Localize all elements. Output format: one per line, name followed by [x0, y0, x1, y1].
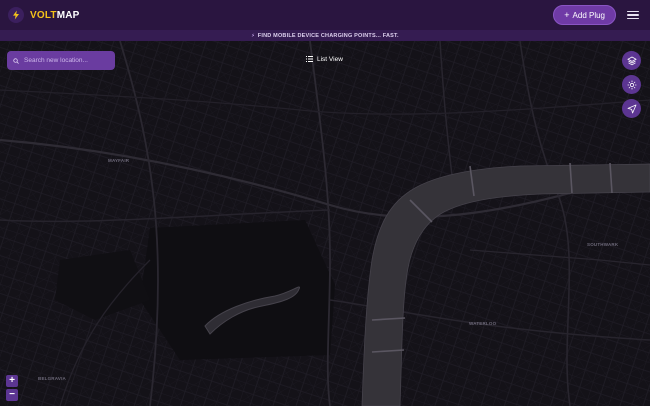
brand-name-part2: MAP [56, 9, 80, 21]
locate-me-button[interactable] [622, 99, 641, 118]
list-view-label: List View [317, 55, 343, 63]
list-icon [306, 56, 313, 62]
top-header: VOLTMAP + Add Plug [0, 0, 650, 30]
map-graphic [0, 41, 650, 406]
hamburger-menu-icon[interactable] [626, 9, 640, 21]
brand-name: VOLTMAP [30, 10, 80, 21]
theme-toggle-button[interactable] [622, 75, 641, 94]
brand-name-part1: VOLT [30, 9, 57, 21]
location-search[interactable] [7, 51, 115, 70]
add-plug-label: Add Plug [572, 10, 605, 20]
header-actions: + Add Plug [553, 5, 640, 25]
layers-button[interactable] [622, 51, 641, 70]
navigation-arrow-icon [627, 104, 636, 113]
brand[interactable]: VOLTMAP [8, 7, 80, 23]
plus-icon: + [564, 10, 570, 20]
lightning-bolt-icon [8, 7, 24, 23]
map-label-mayfair: MAYFAIR [108, 158, 130, 163]
search-icon [13, 57, 19, 64]
search-input[interactable] [24, 57, 109, 64]
map-canvas[interactable] [0, 41, 650, 406]
list-view-button[interactable]: List View [302, 52, 347, 66]
map-label-southwark: SOUTHWARK [587, 242, 619, 247]
add-plug-button[interactable]: + Add Plug [553, 5, 616, 25]
banner-text: FIND MOBILE DEVICE CHARGING POINTS... FA… [257, 32, 399, 39]
bolt-small-icon: ⚡︎ [251, 32, 255, 39]
map-label-waterloo: WATERLOO [469, 321, 497, 326]
layers-icon [626, 56, 637, 65]
map-label-belgravia: BELGRAVIA [38, 376, 66, 381]
voltmap-app: VOLTMAP + Add Plug ⚡︎ FIND MOBILE DEVICE… [0, 0, 650, 406]
zoom-in-button[interactable]: + [6, 375, 18, 387]
tagline-banner: ⚡︎ FIND MOBILE DEVICE CHARGING POINTS...… [0, 30, 650, 41]
zoom-out-button[interactable]: − [6, 389, 18, 401]
sun-icon [627, 80, 636, 89]
